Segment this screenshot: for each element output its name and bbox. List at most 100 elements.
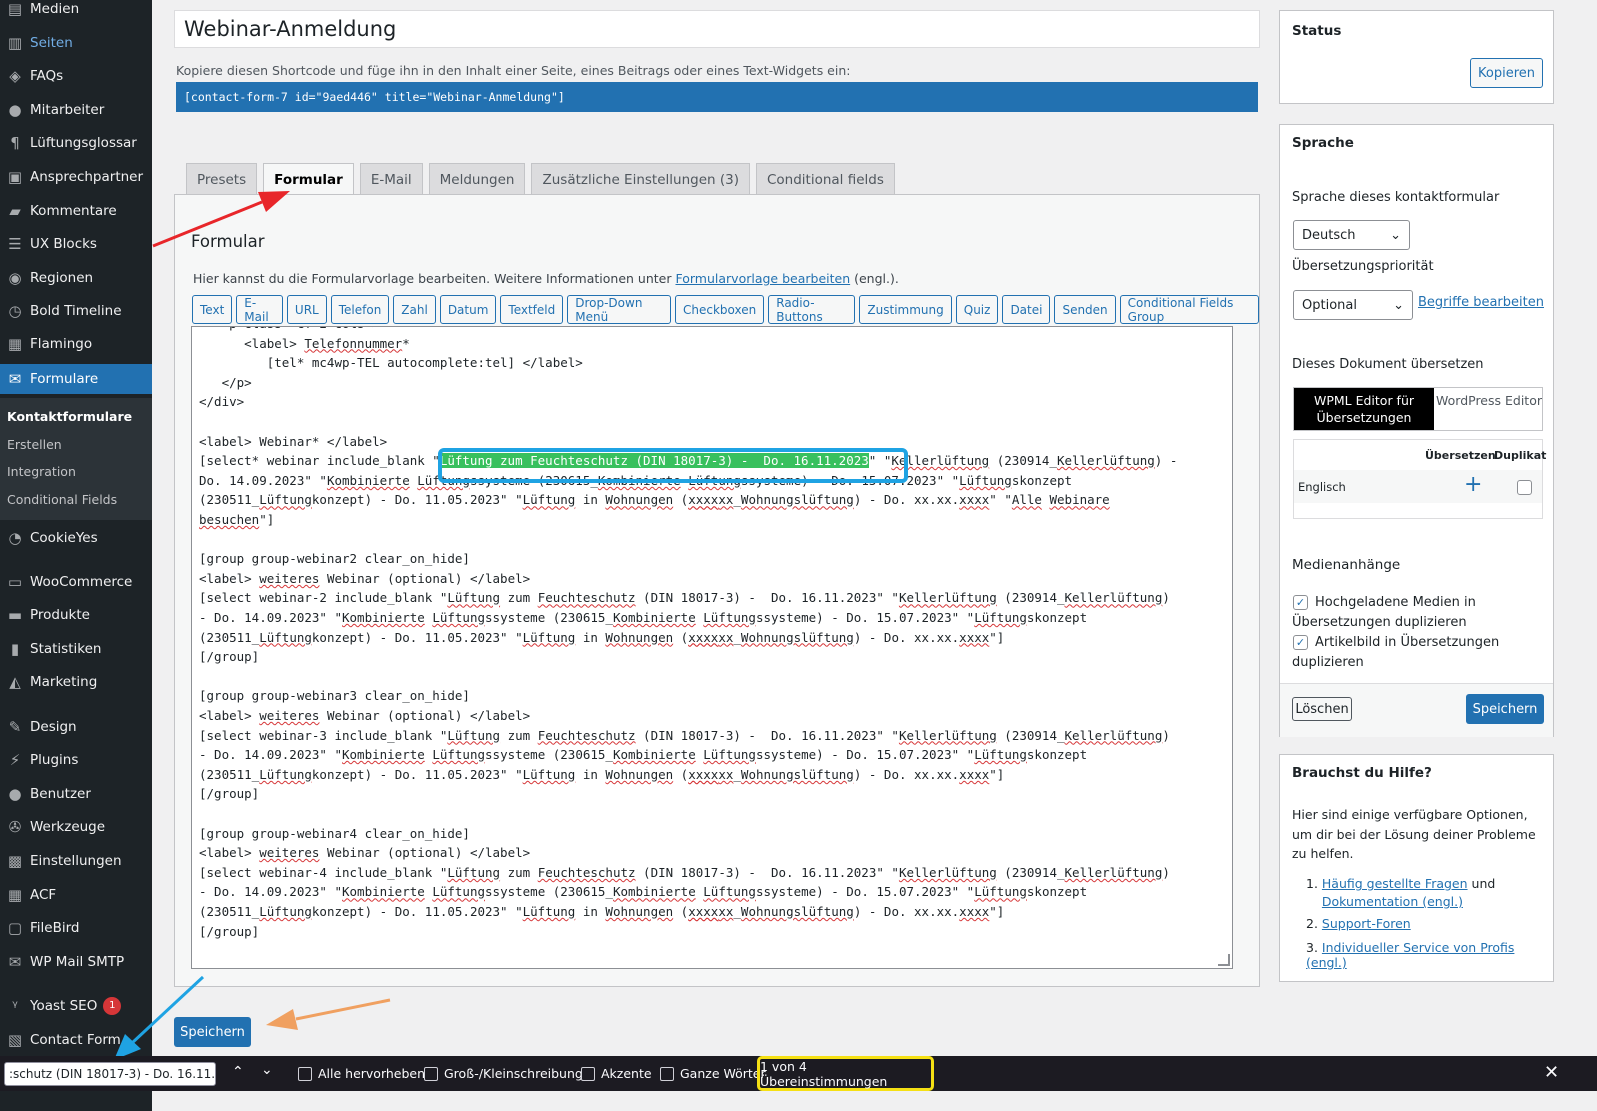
sidebar-item-design[interactable]: ✎ Design: [0, 712, 152, 742]
resize-handle[interactable]: [1218, 954, 1230, 966]
sidebar-item-werkzeuge[interactable]: ✇ Werkzeuge: [0, 812, 152, 842]
tag-button-url[interactable]: URL: [286, 295, 327, 324]
sidebar-item-mitarbeiter[interactable]: ● Mitarbeiter: [0, 95, 152, 125]
diacritics-checkbox[interactable]: [581, 1066, 595, 1081]
form-template-link[interactable]: Formularvorlage bearbeiten: [675, 271, 850, 286]
tab-presets[interactable]: Presets: [186, 163, 258, 195]
faq-link[interactable]: Häufig gestellte Fragen: [1322, 876, 1468, 891]
form-template-editor[interactable]: [/group] (230511_Lüftungkonzept) - Do. 11…: [191, 326, 1233, 969]
sidebar-item-label: Mitarbeiter: [30, 102, 105, 118]
option-diacritics[interactable]: Akzente: [581, 1066, 652, 1081]
tag-button-text[interactable]: Text: [192, 295, 233, 324]
tab-additional-settings[interactable]: Zusätzliche Einstellungen (3): [531, 163, 750, 195]
find-next-icon[interactable]: ⌄: [261, 1062, 273, 1078]
language-select-value: Deutsch: [1302, 227, 1356, 243]
delete-button[interactable]: Löschen: [1292, 697, 1352, 721]
option-whole-words[interactable]: Ganze Wörter: [660, 1066, 766, 1081]
tag-button-textfeld[interactable]: Textfeld: [500, 295, 564, 324]
sidebar-item-label: Einstellungen: [30, 853, 122, 869]
option-highlight-all[interactable]: Alle hervorheben: [298, 1066, 425, 1081]
sidebar-item-kommentare[interactable]: ▰ Kommentare: [0, 196, 152, 226]
sidebar-item-formulare[interactable]: ✉ Formulare: [0, 364, 152, 394]
woo-icon: ▭: [7, 573, 23, 591]
sidebar-item-woocommerce[interactable]: ▭ WooCommerce: [0, 567, 152, 597]
highlight-all-checkbox[interactable]: [298, 1066, 312, 1081]
sidebar-item-regionen[interactable]: ◉ Regionen: [0, 263, 152, 293]
tag-button-senden[interactable]: Senden: [1054, 295, 1116, 324]
sidebar-item-wp-mail-smtp[interactable]: ✉ WP Mail SMTP: [0, 947, 152, 977]
help-item-3: 3. Individueller Service von Profis (eng…: [1306, 940, 1515, 970]
submenu-item-kontaktformulare[interactable]: Kontaktformulare: [7, 409, 132, 424]
language-select[interactable]: Deutsch ⌄: [1293, 220, 1410, 250]
tag-button-radio-buttons[interactable]: Radio-Buttons: [768, 295, 856, 324]
tag-button-quiz[interactable]: Quiz: [955, 295, 999, 324]
sidebar-item-label: FAQs: [30, 68, 64, 84]
tag-button-datei[interactable]: Datei: [1002, 295, 1051, 324]
tab-conditional-fields[interactable]: Conditional fields: [755, 163, 895, 195]
option-match-case[interactable]: Groß-/Kleinschreibung: [424, 1066, 583, 1081]
code-line: [select webinar-2 include_blank "Lüftung…: [199, 590, 1170, 606]
sidebar-item-medien[interactable]: ▤ Medien: [0, 0, 152, 24]
submenu-item-conditional-fields[interactable]: Conditional Fields: [7, 492, 117, 507]
whole-words-checkbox[interactable]: [660, 1066, 674, 1081]
sidebar-item-label: Design: [30, 719, 77, 735]
sidebar-item-marketing[interactable]: ◭ Marketing: [0, 667, 152, 697]
code-line: (230511_Lüftungkonzept) - Do. 11.05.2023…: [199, 904, 1005, 919]
sidebar-item-statistiken[interactable]: ▮ Statistiken: [0, 634, 152, 664]
support-forum-link[interactable]: Support-Foren: [1322, 916, 1411, 931]
shortcode-field[interactable]: [contact-form-7 id="9aed446" title="Webi…: [176, 82, 1258, 112]
sidebar-item-contact-form[interactable]: ▧ Contact Form: [0, 1025, 152, 1055]
tag-button-zahl[interactable]: Zahl: [393, 295, 436, 324]
sidebar-item-label: Marketing: [30, 674, 98, 690]
tab-meldungen[interactable]: Meldungen: [428, 163, 526, 195]
match-case-checkbox[interactable]: [424, 1066, 438, 1081]
sidebar-item-flamingo[interactable]: ▦ Flamingo: [0, 329, 152, 359]
edit-terms-link[interactable]: Begriffe bearbeiten: [1418, 295, 1544, 310]
save-button[interactable]: Speichern: [174, 1017, 251, 1047]
submenu-item-erstellen[interactable]: Erstellen: [7, 437, 62, 452]
tab-email[interactable]: E-Mail: [359, 163, 423, 195]
sidebar-item-acf[interactable]: ▦ ACF: [0, 880, 152, 910]
sidebar-item-yoast-seo[interactable]: ᵞ Yoast SEO 1: [0, 991, 152, 1021]
sidebar-item-faqs[interactable]: ◈ FAQs: [0, 61, 152, 91]
highlight-frame: [438, 448, 908, 483]
shortcode-hint: Kopiere diesen Shortcode und füge ihn in…: [176, 63, 851, 78]
sidebar-item-ux-blocks[interactable]: ☰ UX Blocks: [0, 229, 152, 259]
tag-button-zustimmung[interactable]: Zustimmung: [859, 295, 952, 324]
sidebar-item-produkte[interactable]: ▬ Produkte: [0, 600, 152, 630]
media-icon: ▤: [7, 0, 23, 18]
sidebar-save-button[interactable]: Speichern: [1466, 694, 1544, 724]
pro-service-link[interactable]: Individueller Service von Profis (engl.): [1306, 940, 1514, 970]
form-title-input[interactable]: Webinar-Anmeldung: [174, 10, 1260, 48]
tag-button-e-mail[interactable]: E-Mail: [236, 295, 283, 324]
code-line: [select webinar-3 include_blank "Lüftung…: [199, 727, 1170, 743]
find-input[interactable]: :schutz (DIN 18017-3) - Do. 16.11.2023: [4, 1062, 216, 1086]
sidebar-item-bold-timeline[interactable]: ◷ Bold Timeline: [0, 296, 152, 326]
find-previous-icon[interactable]: ⌃: [232, 1064, 244, 1080]
close-icon[interactable]: ✕: [1544, 1062, 1559, 1083]
tag-button-conditional-fields-group[interactable]: Conditional Fields Group: [1119, 295, 1259, 324]
sidebar-item-plugins[interactable]: ⚡ Plugins: [0, 745, 152, 775]
sidebar-item-seiten[interactable]: ▥ Seiten: [0, 28, 152, 58]
sidebar-item-label: Produkte: [30, 607, 90, 623]
tag-button-datum[interactable]: Datum: [439, 295, 497, 324]
copy-button[interactable]: Kopieren: [1470, 58, 1543, 88]
priority-select[interactable]: Optional ⌄: [1293, 290, 1413, 320]
tag-button-telefon[interactable]: Telefon: [330, 295, 390, 324]
sidebar-item-benutzer[interactable]: ● Benutzer: [0, 779, 152, 809]
sidebar-item-filebird[interactable]: ▢ FileBird: [0, 913, 152, 943]
wp-editor-option[interactable]: WordPress Editor: [1436, 393, 1542, 408]
plus-icon[interactable]: +: [1464, 472, 1482, 497]
sidebar-item-ansprechpartner[interactable]: ▣ Ansprechpartner: [0, 162, 152, 192]
tag-button-drop-down-men-[interactable]: Drop-Down Menü: [567, 295, 672, 324]
tab-formular[interactable]: Formular: [263, 163, 354, 196]
submenu-item-integration[interactable]: Integration: [7, 464, 76, 479]
tag-button-checkboxen[interactable]: Checkboxen: [675, 295, 765, 324]
sidebar-item-einstellungen[interactable]: ▩ Einstellungen: [0, 846, 152, 876]
sidebar-item-label: Regionen: [30, 270, 94, 286]
sidebar-item-l-ftungsglossar[interactable]: ¶ Lüftungsglossar: [0, 128, 152, 158]
sidebar-item-cookieyes[interactable]: ◔ CookieYes: [0, 523, 152, 553]
docs-link[interactable]: Dokumentation (engl.): [1322, 894, 1463, 909]
duplicate-checkbox[interactable]: [1517, 480, 1532, 495]
wpml-editor-option[interactable]: WPML Editor für Übersetzungen: [1294, 388, 1434, 430]
